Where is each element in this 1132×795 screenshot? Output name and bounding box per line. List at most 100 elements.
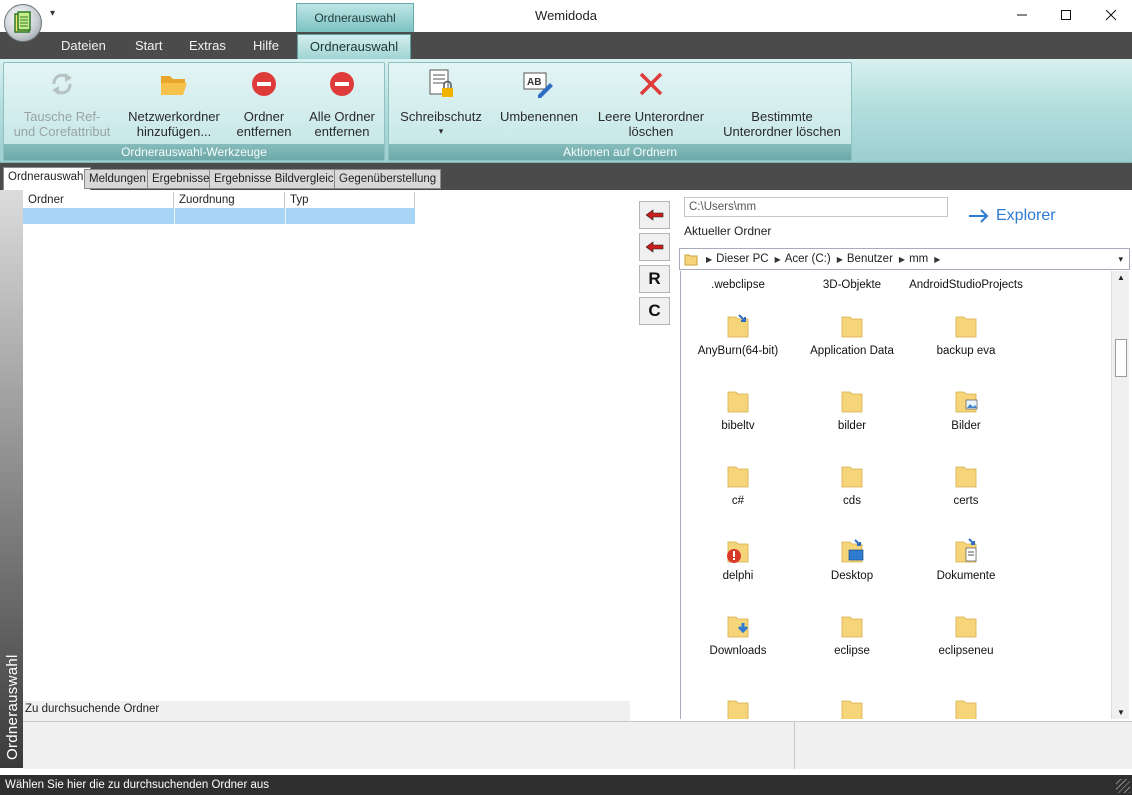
breadcrumb-dropdown-icon[interactable]: ▾ — [1118, 254, 1123, 265]
left-arrow-icon — [645, 209, 663, 221]
breadcrumb[interactable]: ▶ Dieser PC ▶ Acer (C:) ▶ Benutzer ▶ mm … — [679, 248, 1130, 270]
scroll-thumb[interactable] — [1115, 339, 1127, 377]
folder-item[interactable]: AndroidStudioProjects — [909, 279, 1023, 291]
folder-item-partial[interactable] — [681, 697, 795, 719]
doctab-gegenueberstellung[interactable]: Gegenüberstellung — [334, 169, 442, 189]
r-button[interactable]: R — [639, 265, 670, 293]
app-menu-button[interactable] — [4, 4, 42, 42]
folder-item[interactable]: eclipse — [795, 613, 909, 657]
folder-icon — [727, 388, 749, 414]
bottom-divider — [794, 721, 795, 769]
folder-item[interactable]: c# — [681, 463, 795, 507]
folder-item[interactable]: bilder — [795, 388, 909, 432]
no-entry-icon — [252, 72, 276, 96]
breadcrumb-item-acer[interactable]: Acer (C:) — [785, 253, 831, 265]
doctab-ordnerauswahl[interactable]: Ordnerauswahl — [3, 167, 91, 190]
write-protect-button[interactable]: Schreibschutz ▾ — [395, 67, 487, 139]
tab-start[interactable]: Start — [135, 38, 162, 53]
folder-icon — [727, 313, 749, 339]
folder-item[interactable]: Downloads — [681, 613, 795, 657]
document-tab-strip: Ordnerauswahl Meldungen Ergebnisse Ergeb… — [0, 163, 1132, 190]
delete-empty-subfolders-button[interactable]: Leere Unterordner löschen — [593, 67, 709, 139]
doctab-ergebnisse-bildvergleich[interactable]: Ergebnisse Bildvergleich — [209, 169, 345, 189]
folder-name: cds — [843, 495, 861, 507]
column-header-typ[interactable]: Typ — [285, 192, 415, 208]
delete-specific-subfolders-button[interactable]: Bestimmte Unterordner löschen — [717, 67, 847, 139]
tab-ordnerauswahl[interactable]: Ordnerauswahl — [297, 34, 411, 60]
scroll-up-icon[interactable]: ▲ — [1117, 273, 1125, 282]
folder-grid[interactable]: Ordner Zuordnung Typ — [23, 190, 630, 701]
add-network-folder-button[interactable]: Netzwerkordner hinzufügen... — [122, 67, 226, 139]
bottom-panel — [23, 721, 1132, 769]
grid-footer-bar: Zu durchsuchende Ordner — [23, 701, 630, 721]
folder-item[interactable]: .webclipse — [681, 279, 795, 291]
folder-item[interactable]: delphi — [681, 538, 795, 582]
rename-button[interactable]: AB Umbenennen — [497, 67, 581, 124]
folder-item[interactable]: Bilder — [909, 388, 1023, 432]
folder-icon — [841, 697, 863, 719]
breadcrumb-arrow[interactable]: ▶ — [934, 255, 940, 264]
folder-name: 3D-Objekte — [822, 279, 882, 291]
path-input[interactable] — [684, 197, 948, 217]
folder-item[interactable]: Dokumente — [909, 538, 1023, 582]
tab-hilfe[interactable]: Hilfe — [253, 38, 279, 53]
folder-item-partial[interactable] — [795, 697, 909, 719]
minimize-button[interactable] — [999, 0, 1045, 30]
delete-empty-subfolders-label-1: Leere Unterordner — [597, 109, 705, 124]
column-header-ordner[interactable]: Ordner — [23, 192, 174, 208]
breadcrumb-arrow[interactable]: ▶ — [775, 255, 781, 264]
ribbon: Tausche Ref- und Corefattribut Netzwerko… — [0, 59, 1132, 163]
folder-item[interactable]: Desktop — [795, 538, 909, 582]
scroll-down-icon[interactable]: ▼ — [1117, 708, 1125, 717]
folder-item[interactable]: Application Data — [795, 313, 909, 357]
breadcrumb-arrow[interactable]: ▶ — [837, 255, 843, 264]
doctab-meldungen[interactable]: Meldungen — [84, 169, 151, 189]
breadcrumb-arrow[interactable]: ▶ — [899, 255, 905, 264]
folder-name: Downloads — [709, 645, 767, 657]
folder-name: AnyBurn(64-bit) — [697, 345, 779, 357]
remove-folder-label-2: entfernen — [236, 124, 292, 139]
folder-item[interactable]: bibeltv — [681, 388, 795, 432]
swap-attribute-button[interactable]: Tausche Ref- und Corefattribut — [12, 67, 112, 139]
delete-specific-subfolders-label-1: Bestimmte — [751, 109, 813, 124]
close-button[interactable] — [1088, 0, 1132, 30]
breadcrumb-arrow[interactable]: ▶ — [706, 255, 712, 264]
folder-item[interactable]: 3D-Objekte — [795, 279, 909, 291]
breadcrumb-item-dieser-pc[interactable]: Dieser PC — [716, 253, 768, 265]
folder-name: c# — [731, 495, 745, 507]
folder-item[interactable]: AnyBurn(64-bit) — [681, 313, 795, 357]
add-folder-arrow-button[interactable] — [639, 201, 670, 229]
add-subfolder-arrow-button[interactable] — [639, 233, 670, 261]
c-button[interactable]: C — [639, 297, 670, 325]
breadcrumb-item-benutzer[interactable]: Benutzer — [847, 253, 893, 265]
tab-dateien[interactable]: Dateien — [61, 38, 106, 53]
folder-view[interactable]: .webclipse 3D-Objekte AndroidStudioProject… — [680, 271, 1111, 719]
folder-name: Dokumente — [936, 570, 996, 582]
folder-item[interactable]: backup eva — [909, 313, 1023, 357]
breadcrumb-item-mm[interactable]: mm — [909, 253, 928, 265]
table-row[interactable] — [23, 208, 415, 224]
svg-text:AB: AB — [527, 77, 541, 88]
remove-all-folders-button[interactable]: Alle Ordner entfernen — [304, 67, 380, 139]
folder-item[interactable]: certs — [909, 463, 1023, 507]
column-header-zuordnung[interactable]: Zuordnung — [174, 192, 285, 208]
explorer-button[interactable]: Explorer — [968, 207, 1056, 225]
doctab-ergebnisse[interactable]: Ergebnisse — [147, 169, 215, 189]
folder-item[interactable]: eclipseneu — [909, 613, 1023, 657]
folder-item-partial[interactable] — [909, 697, 1023, 719]
remove-folder-label-1: Ordner — [243, 109, 285, 124]
delete-specific-subfolders-label-2: Unterordner löschen — [723, 124, 841, 139]
maximize-button[interactable] — [1043, 0, 1089, 30]
swap-attribute-label-2: und Corefattribut — [13, 124, 111, 139]
current-folder-label: Aktueller Ordner — [684, 224, 772, 238]
remove-folder-button[interactable]: Ordner entfernen — [230, 67, 298, 139]
left-arrow-icon — [645, 241, 663, 253]
folder-item[interactable]: cds — [795, 463, 909, 507]
folder-icon — [955, 538, 977, 564]
folder-icon — [955, 697, 977, 719]
resize-grip-icon[interactable] — [1116, 779, 1130, 793]
vertical-scrollbar[interactable]: ▲ ▼ — [1111, 271, 1129, 719]
tab-extras[interactable]: Extras — [189, 38, 226, 53]
folder-icon — [841, 463, 863, 489]
folder-icon — [727, 463, 749, 489]
